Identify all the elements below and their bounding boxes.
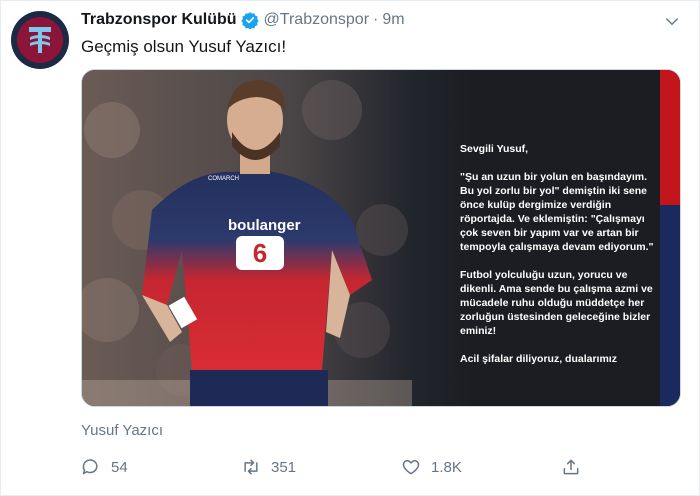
- reply-icon: [82, 459, 98, 475]
- avatar[interactable]: [11, 11, 69, 69]
- action-bar: 54 351 1.8K: [81, 457, 681, 485]
- tweet-text: Geçmiş olsun Yusuf Yazıcı!: [81, 37, 287, 56]
- separator: ·: [373, 11, 379, 28]
- letter-paragraph-1: "Şu an uzun bir yolun en başındayım. Bu …: [460, 171, 654, 253]
- share-button[interactable]: [561, 457, 591, 477]
- tweet[interactable]: Trabzonspor Kulübü @Trabzonspor · 9m Geç…: [0, 0, 700, 496]
- retweet-button[interactable]: 351: [241, 457, 296, 477]
- like-count: 1.8K: [431, 458, 462, 476]
- club-logo: [17, 17, 63, 63]
- handle[interactable]: @Trabzonspor: [264, 11, 369, 29]
- svg-text:6: 6: [253, 238, 267, 268]
- like-button[interactable]: 1.8K: [401, 457, 462, 477]
- share-icon: [563, 459, 579, 475]
- tweet-header: Trabzonspor Kulübü @Trabzonspor · 9m: [81, 11, 405, 29]
- letter-greeting: Sevgili Yusuf,: [460, 143, 529, 155]
- display-name[interactable]: Trabzonspor Kulübü: [81, 11, 237, 29]
- side-stripe: [660, 70, 680, 406]
- letter-text: Sevgili Yusuf, "Şu an uzun bir yolun en …: [460, 142, 660, 380]
- letter-paragraph-2: Futbol yolculuğu uzun, yorucu ve dikenli…: [460, 269, 653, 337]
- retweet-icon: [244, 459, 258, 475]
- media-caption: Yusuf Yazıcı: [81, 422, 163, 439]
- timestamp[interactable]: 9m: [382, 11, 404, 29]
- like-icon: [402, 460, 420, 475]
- jersey-sponsor: boulanger: [228, 217, 301, 234]
- letter-paragraph-3: Acil şifalar diliyoruz, dualarımız: [460, 353, 617, 365]
- retweet-count: 351: [271, 458, 297, 476]
- verified-icon: [240, 12, 259, 29]
- reply-button[interactable]: 54: [81, 457, 128, 477]
- media-card[interactable]: boulanger 6 COMARCH Sevgili Yusuf, "Şu a…: [81, 69, 681, 407]
- chevron-down-icon[interactable]: [663, 13, 681, 31]
- reply-count: 54: [111, 458, 128, 476]
- jersey-badge: COMARCH: [208, 176, 239, 182]
